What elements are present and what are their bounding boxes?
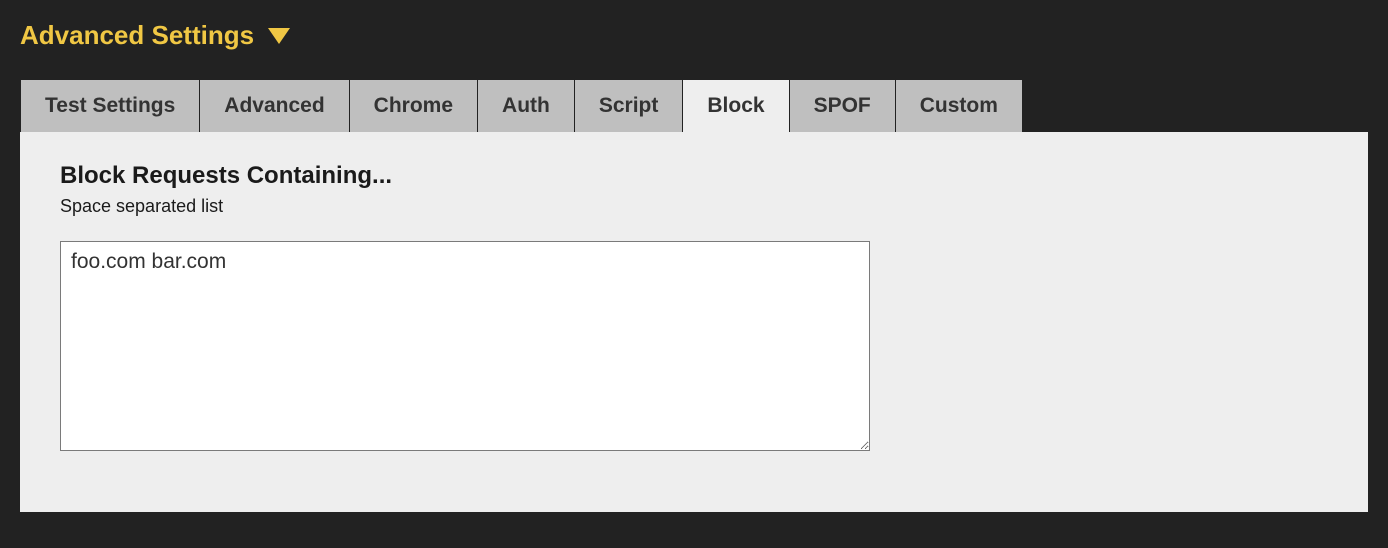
- chevron-down-icon: [268, 28, 290, 44]
- block-panel-heading: Block Requests Containing...: [60, 162, 1328, 190]
- tab-spof[interactable]: SPOF: [790, 79, 896, 132]
- block-panel: Block Requests Containing... Space separ…: [20, 132, 1368, 512]
- settings-tabs: Test Settings Advanced Chrome Auth Scrip…: [20, 79, 1368, 132]
- tab-auth[interactable]: Auth: [478, 79, 575, 132]
- tab-block[interactable]: Block: [683, 79, 789, 132]
- block-requests-textarea[interactable]: [60, 241, 870, 451]
- advanced-settings-title: Advanced Settings: [20, 20, 254, 51]
- tab-custom[interactable]: Custom: [896, 79, 1023, 132]
- block-panel-subtext: Space separated list: [60, 196, 1328, 217]
- tab-advanced[interactable]: Advanced: [200, 79, 349, 132]
- tab-chrome[interactable]: Chrome: [350, 79, 478, 132]
- advanced-settings-header[interactable]: Advanced Settings: [20, 20, 1368, 51]
- tab-test-settings[interactable]: Test Settings: [20, 79, 200, 132]
- tab-script[interactable]: Script: [575, 79, 684, 132]
